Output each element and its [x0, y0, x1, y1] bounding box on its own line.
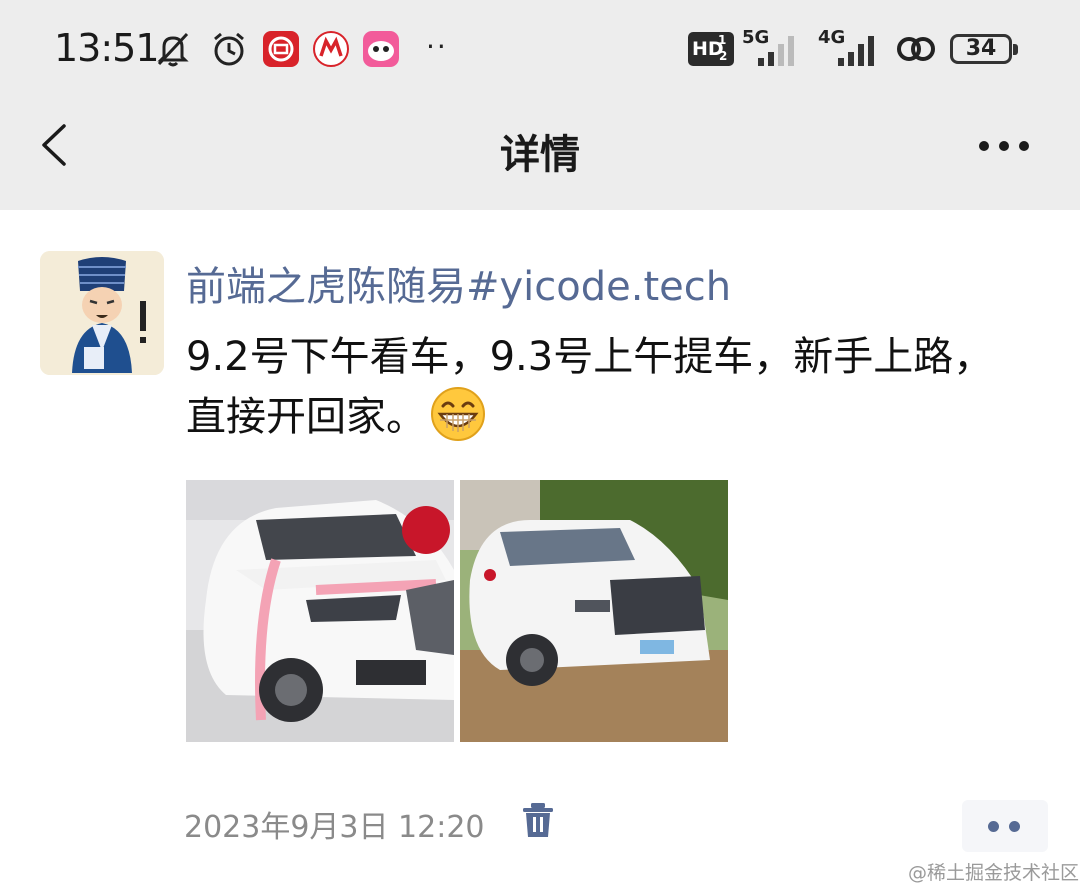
watermark: @稀土掘金技术社区	[908, 862, 1080, 884]
comment-like-menu-button[interactable]	[962, 800, 1048, 852]
signal-4g-icon	[838, 36, 874, 66]
cmb-app-icon	[313, 31, 349, 67]
post-text: 9.2号下午看车，9.3号上午提车，新手上路，直接开回家。	[186, 334, 994, 440]
grinning-face-icon	[431, 387, 485, 441]
author-avatar[interactable]	[40, 251, 164, 375]
page-title: 详情	[500, 132, 580, 178]
status-bar: 13:51 ·· HD 1 2 5G 4G 34	[0, 0, 1080, 100]
post-timestamp: 2023年9月3日 12:20	[184, 810, 485, 845]
more-notifications-indicator: ··	[426, 30, 448, 63]
dot-icon	[1009, 821, 1020, 832]
car-photo-showroom[interactable]	[186, 480, 454, 742]
mute-icon	[157, 32, 189, 67]
link-icon	[897, 37, 935, 61]
author-name-link[interactable]: 前端之虎陈随易#yicode.tech	[186, 254, 731, 312]
ellipsis-icon	[979, 141, 1029, 151]
delete-button[interactable]	[520, 801, 556, 839]
hd-voice-badge: HD 1 2	[688, 32, 734, 66]
bank-app-icon	[263, 31, 299, 67]
post-content: 9.2号下午看车，9.3号上午提车，新手上路，直接开回家。	[186, 328, 1026, 446]
trash-icon	[523, 803, 553, 837]
status-time: 13:51	[54, 26, 160, 70]
game-app-icon	[363, 31, 399, 67]
nav-bar: 详情	[0, 100, 1080, 210]
more-options-button[interactable]	[972, 126, 1036, 166]
dot-icon	[988, 821, 999, 832]
signal-5g-icon	[758, 36, 794, 66]
car-photo-outdoor[interactable]	[460, 480, 728, 742]
alarm-icon	[214, 32, 244, 66]
battery-indicator: 34	[950, 34, 1018, 64]
